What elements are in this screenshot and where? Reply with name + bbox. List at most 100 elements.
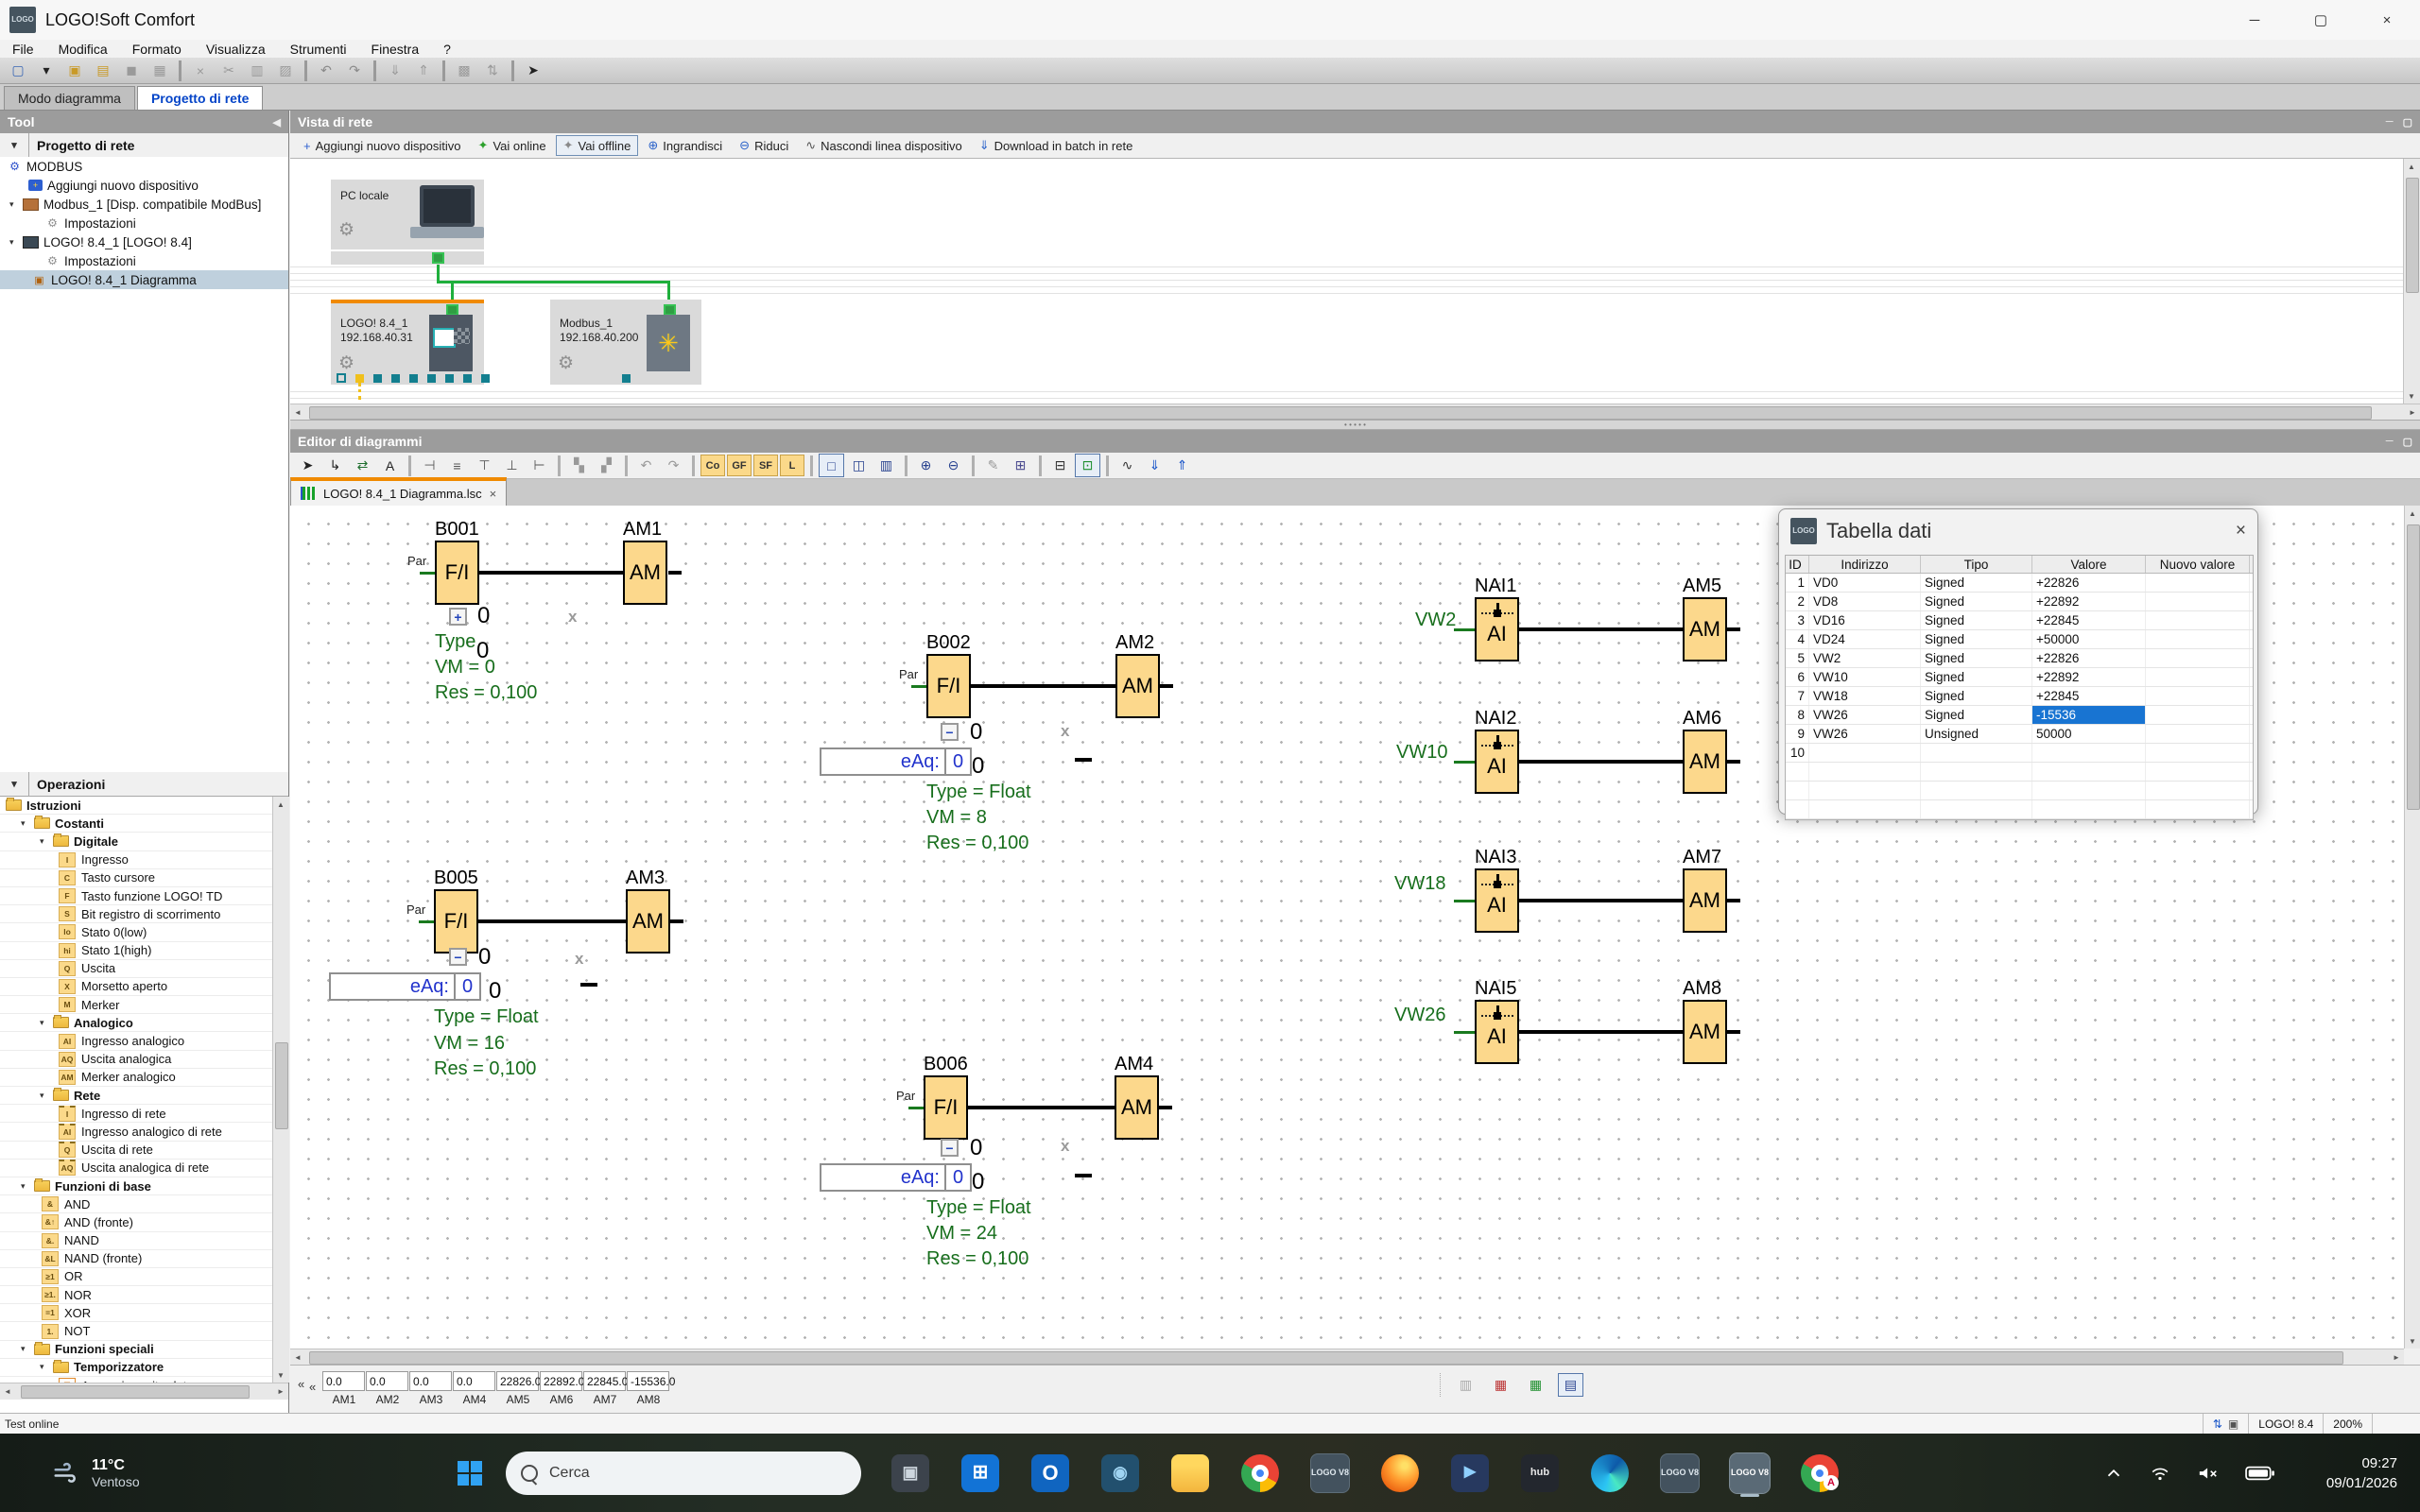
expand-collapse-box[interactable]: −: [941, 723, 959, 741]
diagram-block[interactable]: AM4 AM: [1115, 1075, 1159, 1140]
scrollbar-thumb[interactable]: [2407, 524, 2420, 810]
tree-item[interactable]: ⚙ Impostazioni: [0, 251, 288, 270]
table-view-icon[interactable]: ▤: [1558, 1373, 1583, 1397]
table-row[interactable]: 9 VW26 Unsigned 50000: [1786, 725, 2253, 744]
cell-nuovo-valore[interactable]: [2146, 574, 2250, 592]
table-row[interactable]: 2 VD8 Signed +22892: [1786, 593, 2253, 611]
expander-icon[interactable]: ▾: [21, 1344, 32, 1354]
expander-icon[interactable]: ▾: [21, 818, 32, 829]
layout-three-pane-icon[interactable]: ▥: [873, 454, 899, 477]
pane-splitter-handle[interactable]: • • • • •: [290, 420, 2420, 430]
weather-widget[interactable]: 11°C Ventoso: [52, 1457, 251, 1489]
operation-item[interactable]: ▾ Temporizzatore: [0, 1359, 272, 1377]
expand-collapse-box[interactable]: −: [941, 1139, 959, 1157]
taskbar-outlook-icon[interactable]: O: [1029, 1449, 1071, 1498]
menu-item[interactable]: Modifica: [46, 42, 120, 57]
operation-item[interactable]: Q Uscita di rete: [0, 1142, 272, 1160]
cell-indirizzo[interactable]: VD24: [1809, 630, 1921, 648]
cell-valore[interactable]: +22845: [2032, 611, 2146, 629]
scroll-right-icon[interactable]: ►: [273, 1384, 288, 1400]
operation-item[interactable]: ▾ Funzioni di base: [0, 1177, 272, 1195]
diagram-block[interactable]: NAI2 AI: [1475, 730, 1519, 794]
reference-id-icon[interactable]: ⊞: [1008, 454, 1033, 477]
menu-item[interactable]: Finestra: [359, 42, 432, 57]
constants-palette-button[interactable]: Co: [700, 455, 725, 476]
diagram-block[interactable]: AM6 AM: [1683, 730, 1727, 794]
clock[interactable]: 09:27 09/01/2026: [2326, 1453, 2397, 1493]
expander-icon[interactable]: ▾: [9, 237, 21, 248]
scroll-down-icon[interactable]: ▼: [273, 1367, 288, 1383]
table-row[interactable]: [1786, 782, 2253, 800]
special-functions-palette-button[interactable]: SF: [753, 455, 778, 476]
start-button[interactable]: [449, 1452, 491, 1494]
cell-nuovo-valore[interactable]: [2146, 611, 2250, 629]
online-test-icon[interactable]: ⊡: [1075, 454, 1100, 477]
zoom-out-button[interactable]: ⊖ Riduci: [732, 135, 796, 156]
collapse-left-icon[interactable]: «: [298, 1377, 304, 1391]
cell-tipo[interactable]: Signed: [1921, 668, 2032, 686]
add-device-button[interactable]: + Aggiungi nuovo dispositivo: [296, 136, 469, 156]
redo-icon[interactable]: ↷: [341, 59, 368, 83]
panel-minimize-icon[interactable]: ─: [2386, 436, 2394, 448]
gear-icon[interactable]: ⚙: [558, 352, 574, 374]
operation-item[interactable]: ▾ Costanti: [0, 815, 272, 833]
cell-tipo[interactable]: Signed: [1921, 687, 2032, 705]
table-row[interactable]: [1786, 763, 2253, 782]
upload-from-device-icon[interactable]: ⇑: [1169, 454, 1195, 477]
eaq-value[interactable]: 0: [456, 972, 481, 1001]
operation-item[interactable]: ▾ Digitale: [0, 833, 272, 850]
delete-icon[interactable]: ×: [187, 59, 214, 83]
taskbar-hub-app-icon[interactable]: hub: [1519, 1449, 1561, 1498]
battery-icon[interactable]: [2245, 1465, 2275, 1482]
cell-tipo[interactable]: [1921, 744, 2032, 762]
taskbar-logosoft-icon-active[interactable]: LOGO V8: [1729, 1449, 1771, 1498]
undo-icon[interactable]: ↶: [313, 59, 339, 83]
cell-nuovo-valore[interactable]: [2146, 668, 2250, 686]
table-row[interactable]: 1 VD0 Signed +22826: [1786, 574, 2253, 593]
operation-item[interactable]: ≥1 OR: [0, 1268, 272, 1286]
menu-item[interactable]: File: [0, 42, 46, 57]
operation-item[interactable]: X Morsetto aperto: [0, 978, 272, 996]
device-modbus[interactable]: Modbus_1 192.168.40.200 ⚙ ✳: [550, 300, 701, 385]
taskbar-snip-window-icon[interactable]: ▣: [890, 1449, 931, 1498]
tree-item[interactable]: + Aggiungi nuovo dispositivo: [0, 176, 288, 195]
cell-valore[interactable]: +22826: [2032, 574, 2146, 592]
zoom-level-cell[interactable]: 200%: [2323, 1414, 2372, 1434]
menu-item[interactable]: Strumenti: [278, 42, 359, 57]
column-header[interactable]: Valore: [2032, 556, 2146, 573]
table-row[interactable]: 10: [1786, 744, 2253, 763]
cell-indirizzo[interactable]: VD8: [1809, 593, 1921, 610]
cell-tipo[interactable]: Unsigned: [1921, 725, 2032, 743]
table-row[interactable]: 7 VW18 Signed +22845: [1786, 687, 2253, 706]
cell-nuovo-valore[interactable]: [2146, 744, 2250, 762]
collapse-left-icon[interactable]: «: [309, 1380, 316, 1394]
expander-icon[interactable]: ▾: [40, 1018, 51, 1028]
scroll-down-icon[interactable]: ▼: [2404, 388, 2419, 404]
cell-indirizzo[interactable]: VW26: [1809, 706, 1921, 724]
taskbar-firefox-icon[interactable]: [1379, 1449, 1421, 1498]
network-vertical-scrollbar[interactable]: ▲ ▼: [2403, 159, 2420, 404]
operation-item[interactable]: AM Merker analogico: [0, 1069, 272, 1087]
operation-item[interactable]: ▾ Funzioni speciali: [0, 1341, 272, 1359]
scroll-left-icon[interactable]: ◄: [290, 1350, 305, 1366]
align-bottom-icon[interactable]: ≡: [444, 454, 470, 477]
cell-nuovo-valore[interactable]: [2146, 630, 2250, 648]
device-pc-locale[interactable]: PC locale ⚙: [331, 180, 484, 249]
distribute-v-icon[interactable]: ⊥: [499, 454, 525, 477]
tray-chevron-icon[interactable]: [2103, 1463, 2124, 1484]
tab-progetto-di-rete[interactable]: Progetto di rete: [137, 86, 263, 110]
cell-valore[interactable]: +22845: [2032, 687, 2146, 705]
expander-icon[interactable]: ▾: [21, 1181, 32, 1192]
cell-indirizzo[interactable]: [1809, 782, 1921, 799]
distribute-h-icon[interactable]: ⊢: [527, 454, 552, 477]
ethernet-port-icon[interactable]: [432, 252, 444, 264]
panel-maximize-icon[interactable]: ▢: [2403, 436, 2412, 448]
tab-close-icon[interactable]: ×: [490, 487, 497, 501]
operation-item[interactable]: AQ Uscita analogica di rete: [0, 1160, 272, 1177]
upload-device-icon[interactable]: ⇑: [410, 59, 437, 83]
taskbar-media-app-icon[interactable]: ▶: [1449, 1449, 1491, 1498]
data-table-window[interactable]: LOGO Tabella dati × ID Indirizzo Tipo Va…: [1778, 508, 2258, 815]
scroll-up-icon[interactable]: ▲: [2405, 506, 2420, 521]
redo-icon[interactable]: ↷: [661, 454, 686, 477]
cell-nuovo-valore[interactable]: [2146, 706, 2250, 724]
